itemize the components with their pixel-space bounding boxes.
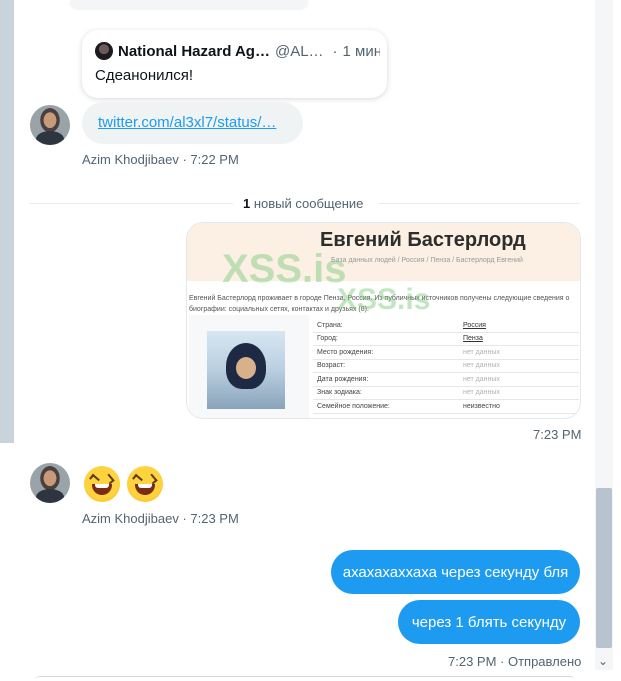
divider-line-left <box>30 203 233 204</box>
new-messages-label: новый сообщение <box>250 196 364 211</box>
laughing-emoji-icon <box>127 466 163 502</box>
received-message-bubble: twitter.com/al3xl7/status/… <box>82 102 303 144</box>
quoted-author-avatar <box>95 42 113 60</box>
new-messages-divider: 1 новый сообщение <box>243 196 363 211</box>
divider-line-right <box>378 203 580 204</box>
table-row: Семейное положение: неизвестно <box>313 400 579 414</box>
table-row: Дата рождения: нет данных <box>313 373 579 387</box>
table-row: Город: Пенза <box>313 333 579 346</box>
sent-message-bubble: ахахахаххаха через секунду бля <box>331 550 580 594</box>
image-breadcrumbs: База данных людей / Россия / Пенза / Бас… <box>331 257 523 264</box>
avatar[interactable] <box>30 105 70 145</box>
watermark: XSS.is <box>337 283 431 316</box>
sent-status: 7:23 PM · Отправлено <box>448 654 582 669</box>
image-info-table: Страна: Россия Город: Пенза Место рождения… <box>313 319 579 414</box>
scrollbar-thumb[interactable] <box>596 488 612 648</box>
table-row: Знак зодиака: нет данных <box>313 387 579 400</box>
message-meta: Azim Khodjibaev · 7:22 PM <box>82 152 239 167</box>
image-time: 7:23 PM <box>533 427 582 442</box>
quoted-author-handle: @AL… <box>274 42 324 60</box>
quoted-tweet-card[interactable]: National Hazard Ag… @AL… · 1 мин Сдеанон… <box>82 30 387 98</box>
previous-message-edge <box>70 0 308 8</box>
table-row: Место рождения: нет данных <box>313 346 579 360</box>
table-row: Возраст: нет данных <box>313 360 579 373</box>
quoted-tweet-time: 1 мин <box>342 42 380 60</box>
watermark: XSS.is <box>222 247 347 291</box>
left-panel-edge <box>0 0 14 443</box>
table-row: Страна: Россия <box>313 319 579 333</box>
chevron-down-icon[interactable]: ⌄ <box>598 654 608 668</box>
quoted-author-name: National Hazard Ag… <box>118 42 270 60</box>
avatar[interactable] <box>30 463 70 503</box>
laughing-emoji-icon <box>84 466 120 502</box>
tweet-link[interactable]: twitter.com/al3xl7/status/… <box>98 114 276 131</box>
message-composer[interactable] <box>35 676 575 681</box>
image-page-title: Евгений Бастерлорд <box>320 229 526 251</box>
sent-message-bubble: через 1 блять секунду <box>398 600 580 644</box>
quoted-tweet-header: National Hazard Ag… @AL… · 1 мин <box>95 41 380 61</box>
quoted-tweet-text: Сдеанонился! <box>95 67 194 84</box>
separator-dot: · <box>332 42 338 60</box>
person-photo <box>207 331 285 409</box>
message-meta: Azim Khodjibaev · 7:23 PM <box>82 511 239 526</box>
sent-image-attachment[interactable]: Евгений Бастерлорд База данных людей / Р… <box>187 223 580 418</box>
